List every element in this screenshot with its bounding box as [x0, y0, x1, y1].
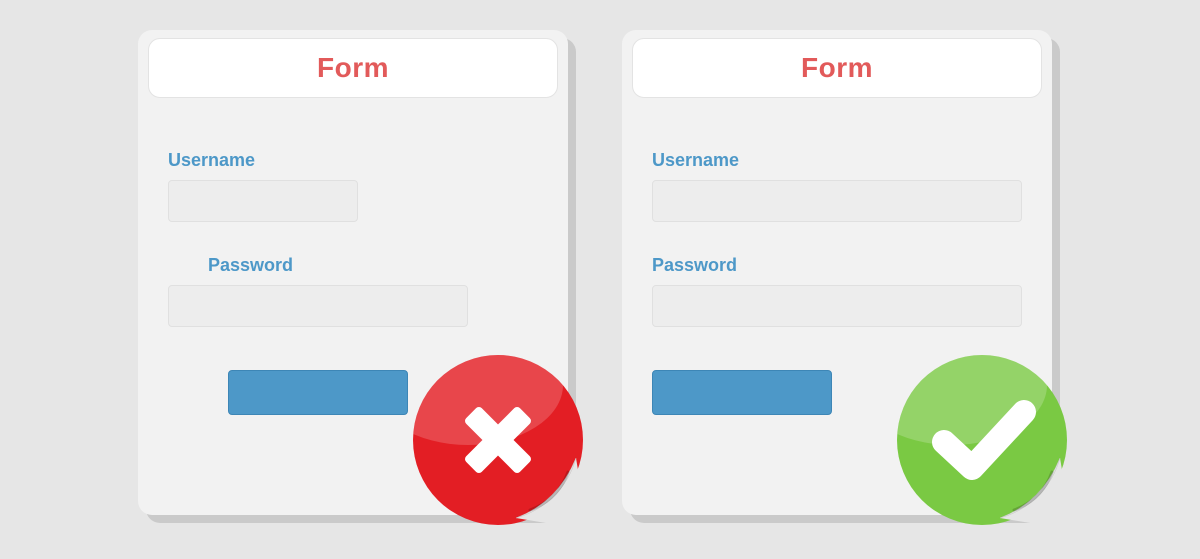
- check-icon: [892, 350, 1072, 530]
- username-input[interactable]: [168, 180, 358, 222]
- form-title: Form: [632, 38, 1042, 98]
- username-label: Username: [168, 150, 255, 171]
- password-label: Password: [652, 255, 737, 276]
- password-label: Password: [208, 255, 293, 276]
- password-input[interactable]: [168, 285, 468, 327]
- username-input[interactable]: [652, 180, 1022, 222]
- username-label: Username: [652, 150, 739, 171]
- password-input[interactable]: [652, 285, 1022, 327]
- submit-button[interactable]: [228, 370, 408, 415]
- submit-button[interactable]: [652, 370, 832, 415]
- form-title-text: Form: [317, 52, 389, 84]
- form-title-text: Form: [801, 52, 873, 84]
- cross-icon: [408, 350, 588, 530]
- form-title: Form: [148, 38, 558, 98]
